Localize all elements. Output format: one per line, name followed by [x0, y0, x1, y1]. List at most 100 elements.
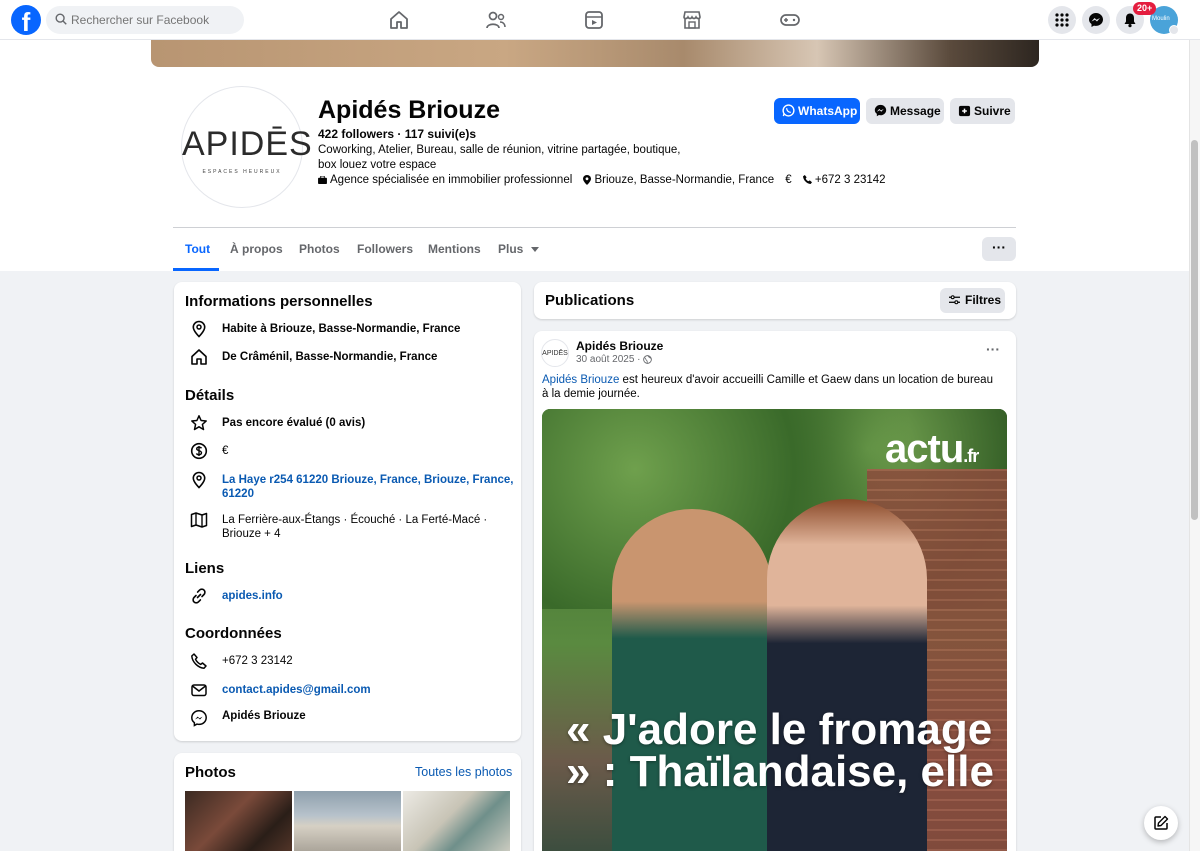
- scrollbar-thumb[interactable]: [1191, 140, 1198, 520]
- home-icon[interactable]: [387, 8, 411, 32]
- follow-button[interactable]: Suivre: [950, 98, 1015, 124]
- whatsapp-button[interactable]: WhatsApp: [774, 98, 860, 124]
- website-link[interactable]: apides.info: [222, 589, 514, 603]
- chevron-down-icon[interactable]: [1169, 25, 1179, 35]
- followers-count[interactable]: 422 followers: [318, 127, 394, 141]
- image-brand-logo: actu.fr: [885, 427, 979, 472]
- dollar-circle-icon: [190, 442, 208, 460]
- menu-button[interactable]: [1048, 6, 1076, 34]
- gaming-icon[interactable]: [778, 8, 802, 32]
- page-title: Apidés Briouze: [318, 96, 500, 124]
- search-box[interactable]: [46, 6, 244, 34]
- compose-icon: [1154, 815, 1169, 830]
- lives-text: Habite à Briouze, Basse-Normandie, Franc…: [222, 323, 461, 335]
- tab-mentions[interactable]: Mentions: [428, 228, 481, 270]
- filters-button[interactable]: Filtres: [940, 288, 1005, 313]
- meta-location: Briouze, Basse-Normandie, France: [594, 174, 775, 186]
- tab-more-label: Plus: [498, 242, 524, 256]
- top-navigation-bar: f Moulin: [0, 0, 1200, 40]
- search-icon: [55, 13, 67, 25]
- more-options-button[interactable]: ···: [982, 237, 1016, 261]
- video-icon[interactable]: [582, 8, 606, 32]
- publications-title: Publications: [545, 292, 635, 309]
- photo-thumbnail[interactable]: [403, 791, 510, 851]
- phone-text: +672 3 23142: [222, 655, 293, 667]
- image-person-left: [612, 509, 772, 851]
- link-icon: [192, 588, 206, 604]
- details-title: Détails: [185, 387, 235, 404]
- page-category: Coworking, Atelier, Bureau, salle de réu…: [318, 144, 681, 171]
- personal-info-title: Informations personnelles: [185, 293, 373, 310]
- active-tab-indicator: [173, 268, 219, 271]
- map-icon: [190, 512, 208, 528]
- follow-stats: 422 followers · 117 suivi(e)s: [318, 127, 477, 141]
- photo-thumbnail[interactable]: [185, 791, 292, 851]
- image-brand-suffix: .fr: [963, 446, 979, 466]
- post-mention-link[interactable]: Apidés Briouze: [542, 374, 619, 386]
- image-person-right: [767, 499, 927, 851]
- post-author-name[interactable]: Apidés Briouze: [576, 339, 663, 353]
- links-title: Liens: [185, 560, 225, 577]
- meta-price: €: [785, 174, 792, 186]
- whatsapp-icon: [782, 104, 795, 117]
- email-link[interactable]: contact.apides@gmail.com: [222, 683, 514, 697]
- post-card: APIDĒS Apidés Briouze 30 août 2025 · ···…: [534, 331, 1016, 851]
- marketplace-icon[interactable]: [680, 8, 704, 32]
- location-pin-icon: [192, 320, 206, 338]
- bell-icon: [1124, 13, 1136, 28]
- caret-down-icon: [530, 246, 539, 252]
- photo-thumbnail[interactable]: [294, 791, 401, 851]
- message-button[interactable]: Message: [866, 98, 944, 124]
- filters-label: Filtres: [965, 293, 1002, 307]
- publications-header: Publications Filtres: [534, 282, 1016, 319]
- address-link[interactable]: La Haye r254 61220 Briouze, France, Brio…: [222, 473, 514, 501]
- price-text: €: [222, 445, 229, 457]
- post-timestamp[interactable]: 30 août 2025 ·: [576, 354, 653, 365]
- phone-icon: [191, 653, 207, 669]
- photos-card: Photos Toutes les photos: [174, 753, 521, 851]
- star-icon: [191, 415, 207, 431]
- post-date-text: 30 août 2025 ·: [576, 354, 644, 365]
- tab-about[interactable]: À propos: [230, 228, 283, 270]
- photos-title: Photos: [185, 764, 236, 781]
- globe-icon: [643, 355, 653, 364]
- profile-picture[interactable]: APIDĒS ESPACES HEUREUX: [181, 86, 313, 208]
- whatsapp-label: WhatsApp: [798, 104, 858, 118]
- post-options-button[interactable]: ···: [986, 341, 1000, 357]
- area-text: La Ferrière-aux-Étangs · Écouché · La Fe…: [222, 514, 488, 540]
- mail-icon: [191, 684, 207, 697]
- facebook-logo-icon[interactable]: f: [11, 5, 41, 35]
- grid-menu-icon: [1055, 13, 1069, 27]
- search-input[interactable]: [71, 6, 236, 34]
- tab-followers[interactable]: Followers: [357, 228, 413, 270]
- meta-phone: +672 3 23142: [814, 174, 886, 186]
- location-pin-icon: [583, 174, 592, 185]
- post-author-avatar[interactable]: APIDĒS: [541, 339, 569, 367]
- friends-icon[interactable]: [484, 8, 508, 32]
- post-image[interactable]: actu.fr « J'adore le fromage » : Thaïlan…: [542, 409, 1007, 851]
- new-message-button[interactable]: [1144, 806, 1178, 840]
- tab-more[interactable]: Plus: [498, 228, 539, 270]
- rating-text: Pas encore évalué (0 avis): [222, 417, 366, 429]
- filter-sliders-icon: [949, 295, 960, 305]
- see-all-photos-link[interactable]: Toutes les photos: [415, 765, 512, 779]
- messenger-icon: [1089, 13, 1103, 27]
- avatar-label: Moulin: [1152, 16, 1170, 22]
- follow-icon: [958, 105, 971, 117]
- cover-photo[interactable]: [151, 40, 1039, 67]
- from-text: De Crâménil, Basse-Normandie, France: [222, 351, 438, 363]
- messenger-button[interactable]: [1082, 6, 1110, 34]
- image-brand-text: actu: [885, 427, 964, 471]
- message-label: Message: [890, 104, 941, 118]
- location-pin-icon: [192, 471, 206, 489]
- post-body: Apidés Briouze est heureux d'avoir accue…: [542, 373, 1002, 401]
- following-count[interactable]: 117 suivi(e)s: [405, 127, 476, 141]
- intro-card: Informations personnelles Habite à Briou…: [174, 282, 521, 741]
- page-meta: Agence spécialisée en immobilier profess…: [318, 174, 886, 186]
- tab-photos[interactable]: Photos: [299, 228, 340, 270]
- tab-all[interactable]: Tout: [185, 228, 210, 270]
- profile-logo-text: APIDĒS: [182, 125, 313, 163]
- follow-label: Suivre: [974, 104, 1011, 118]
- briefcase-icon: [318, 175, 327, 184]
- notification-badge: 20+: [1133, 2, 1157, 15]
